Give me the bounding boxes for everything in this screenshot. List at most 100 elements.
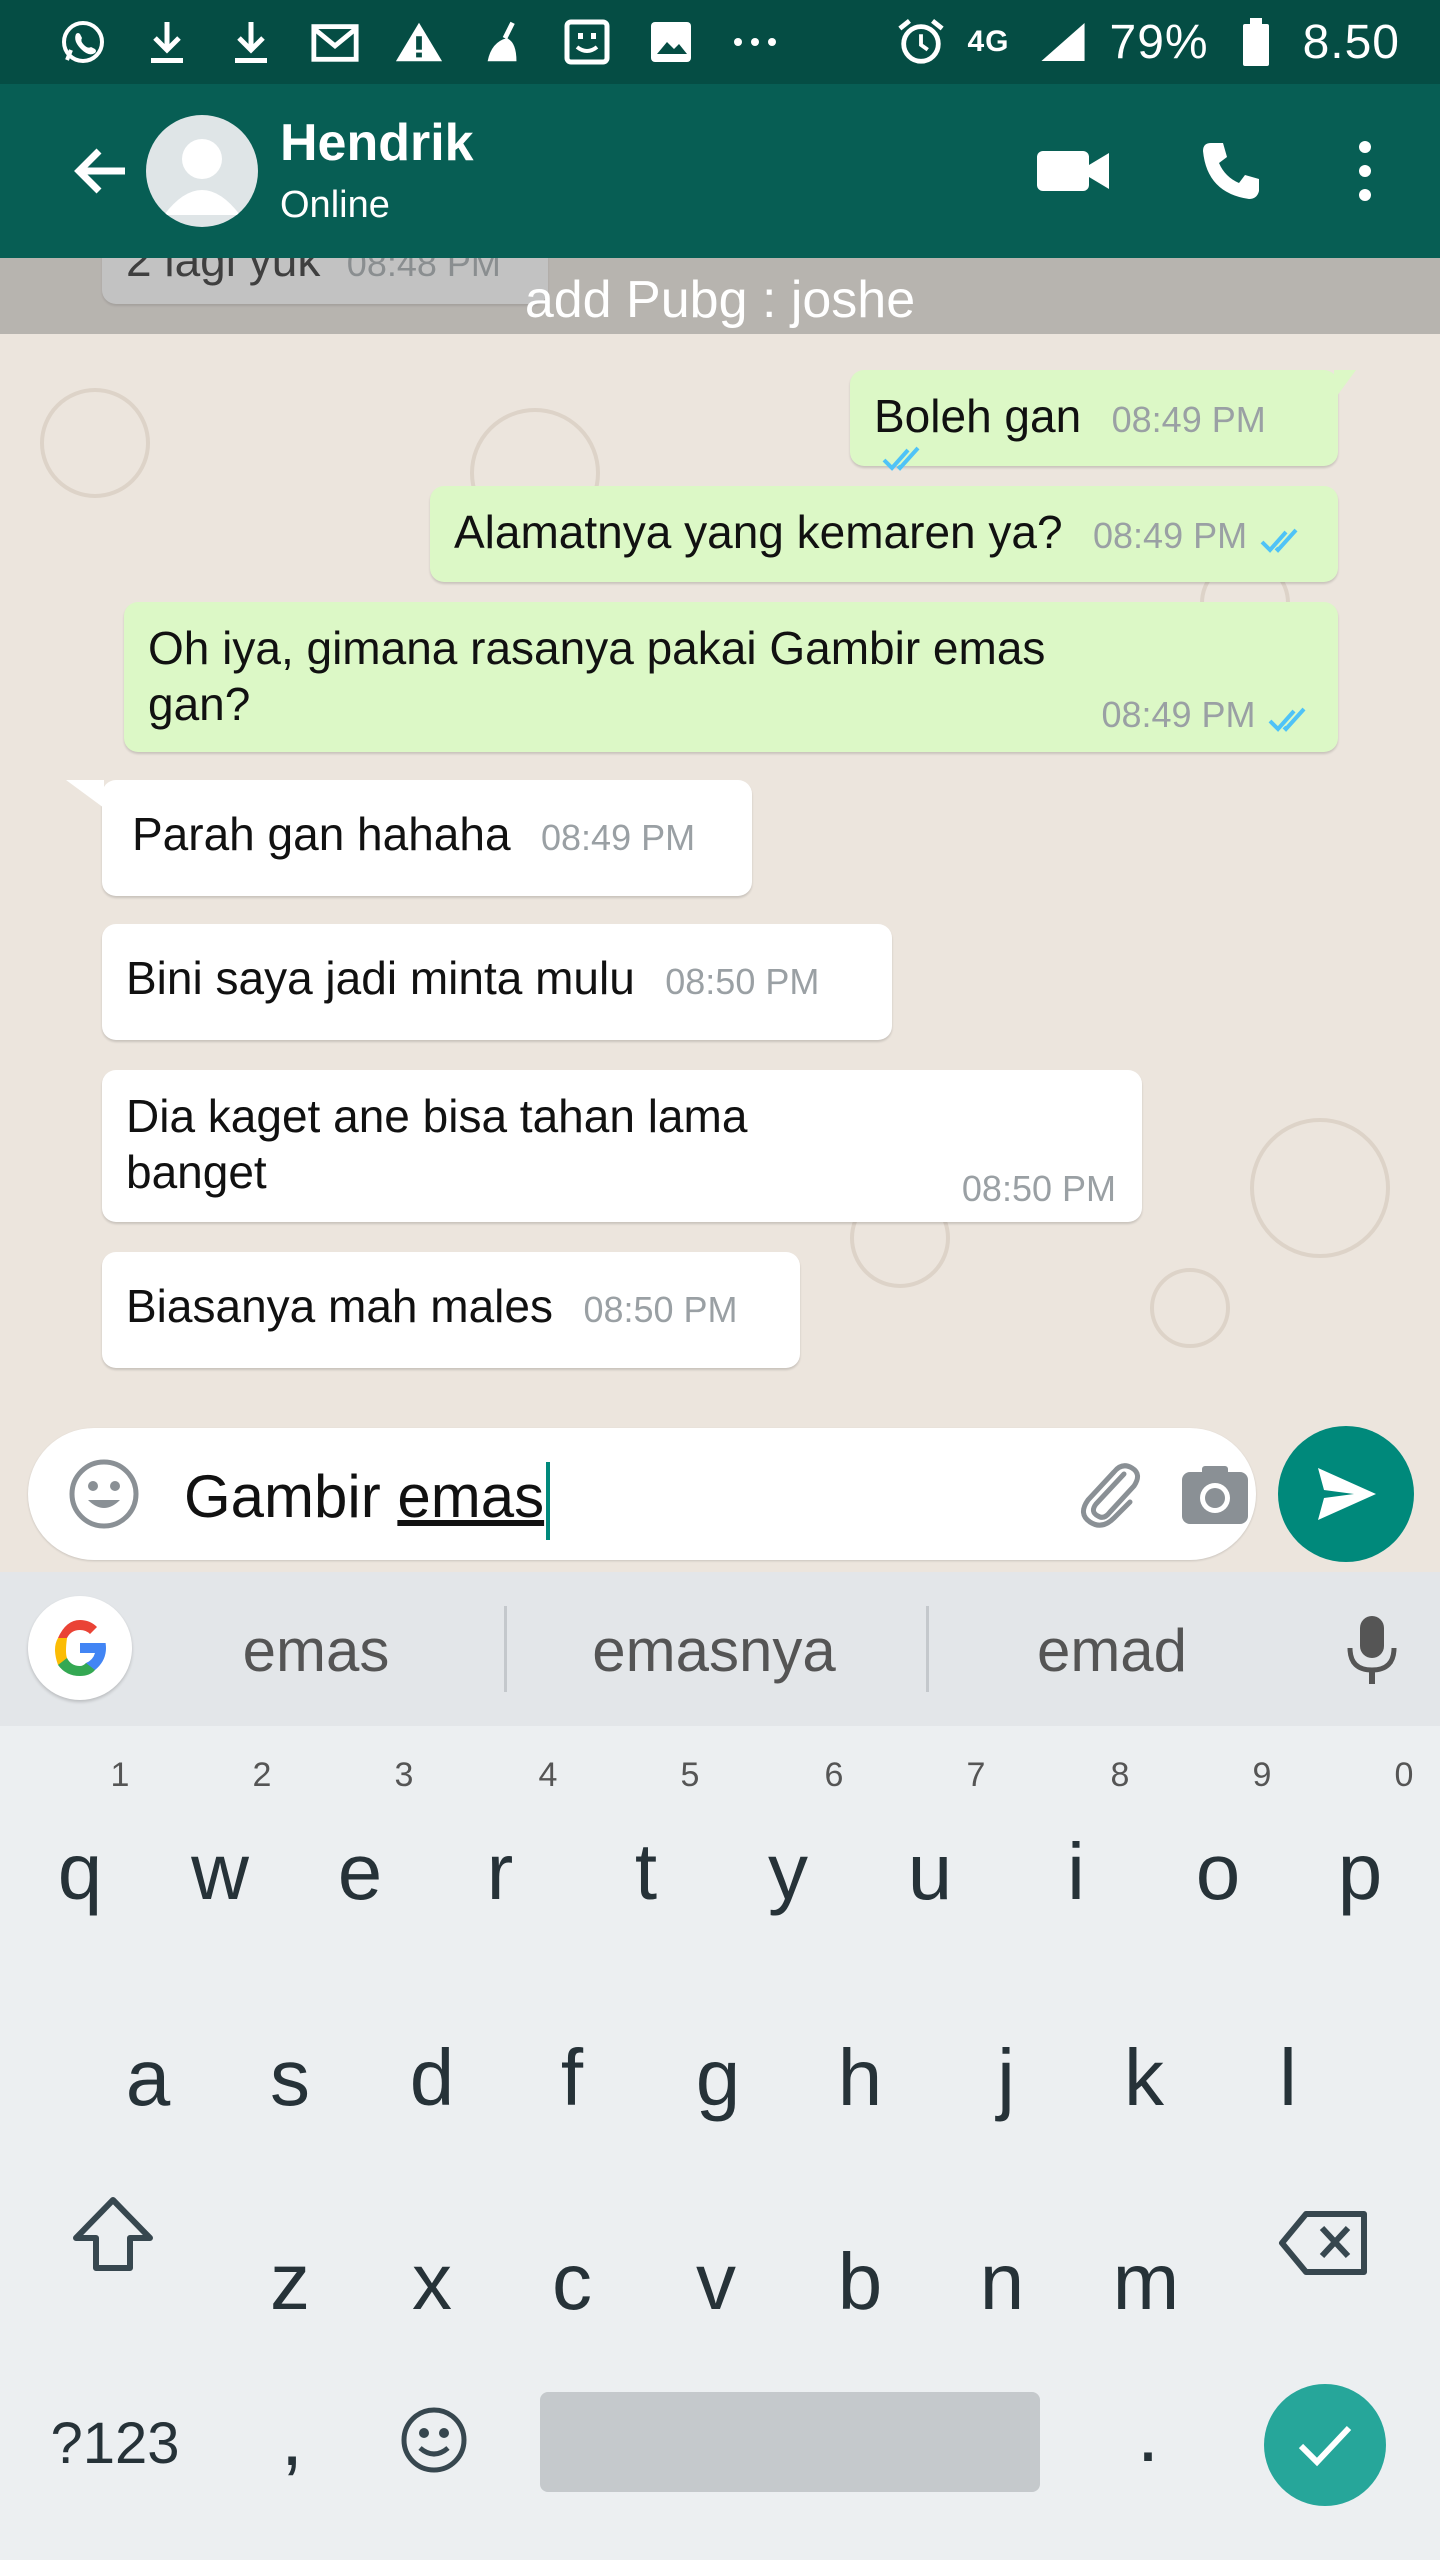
input-text-underlined: emas <box>397 1462 545 1530</box>
key-hint: 3 <box>394 1756 414 1794</box>
battery-icon <box>1231 17 1281 67</box>
key-w[interactable]: w <box>160 1822 280 1922</box>
wallpaper-doodle <box>1150 1268 1230 1348</box>
video-call-icon[interactable] <box>1018 116 1128 226</box>
read-ticks-icon <box>1266 705 1314 740</box>
key-hint: 4 <box>538 1756 558 1794</box>
message-text: Parah gan hahaha <box>132 808 511 860</box>
battery-percent: 79% <box>1109 15 1209 69</box>
attach-icon[interactable] <box>1068 1454 1148 1534</box>
soft-keyboard: emas emasnya emad q w e r t y u i o p 1 … <box>0 1572 1440 2560</box>
message-bubble-outgoing[interactable]: Boleh gan 08:49 PM <box>850 370 1356 471</box>
backspace-icon[interactable] <box>1278 2210 1370 2281</box>
key-period[interactable]: . <box>1088 2384 1208 2484</box>
key-b[interactable]: b <box>800 2232 920 2332</box>
key-u[interactable]: u <box>870 1822 990 1922</box>
enter-key[interactable] <box>1264 2384 1386 2506</box>
message-text: Oh iya, gimana rasanya pakai Gambir emas… <box>148 622 1046 730</box>
emoji-key-icon[interactable] <box>398 2404 470 2481</box>
download-icon <box>142 17 192 67</box>
contact-info[interactable]: Hendrik Online <box>280 113 1018 229</box>
back-arrow-icon[interactable] <box>56 126 146 216</box>
suggestion-3[interactable]: emad <box>962 1616 1262 1685</box>
contact-status: Online <box>280 184 390 226</box>
wallpaper-doodle <box>1250 1118 1390 1258</box>
message-input[interactable]: Gambir emas <box>28 1428 1256 1560</box>
camera-icon[interactable] <box>1178 1458 1252 1532</box>
chat-area[interactable]: 2 lagi yuk 08:48 PM add Pubg : joshe Bol… <box>0 258 1440 1428</box>
signal-icon <box>1038 17 1088 67</box>
message-time: 08:50 PM <box>583 1289 738 1330</box>
key-c[interactable]: c <box>512 2232 632 2332</box>
message-bubble-outgoing[interactable]: Oh iya, gimana rasanya pakai Gambir emas… <box>124 602 1338 752</box>
suggestion-1[interactable]: emas <box>166 1616 466 1685</box>
message-time: 08:49 PM <box>1111 399 1266 440</box>
key-d[interactable]: d <box>372 2028 492 2128</box>
key-l[interactable]: l <box>1228 2028 1348 2128</box>
chat-header: Hendrik Online <box>0 84 1440 258</box>
key-y[interactable]: y <box>728 1822 848 1922</box>
key-q[interactable]: q <box>20 1822 140 1922</box>
message-bubble-incoming[interactable]: Biasanya mah males 08:50 PM <box>102 1252 800 1368</box>
check-icon <box>1298 2425 1352 2467</box>
key-a[interactable]: a <box>88 2028 208 2128</box>
key-z[interactable]: z <box>230 2232 350 2332</box>
key-g[interactable]: g <box>658 2028 778 2128</box>
key-n[interactable]: n <box>942 2232 1062 2332</box>
key-v[interactable]: v <box>656 2232 776 2332</box>
key-r[interactable]: r <box>440 1822 560 1922</box>
message-bubble-incoming[interactable]: Bini saya jadi minta mulu 08:50 PM <box>102 924 892 1040</box>
key-hint: 8 <box>1110 1756 1130 1794</box>
read-ticks-icon <box>1258 526 1306 561</box>
message-bubble-incoming[interactable]: Dia kaget ane bisa tahan lama banget 08:… <box>102 1070 1142 1222</box>
key-k[interactable]: k <box>1084 2028 1204 2128</box>
key-p[interactable]: p <box>1300 1822 1420 1922</box>
key-f[interactable]: f <box>512 2028 632 2128</box>
key-m[interactable]: m <box>1086 2232 1206 2332</box>
google-icon[interactable] <box>28 1596 132 1700</box>
send-button[interactable] <box>1278 1426 1414 1562</box>
message-input-text[interactable]: Gambir emas <box>184 1462 551 1540</box>
emoji-icon[interactable] <box>64 1454 144 1534</box>
message-text: Dia kaget ane bisa tahan lama banget <box>126 1090 748 1198</box>
space-key[interactable] <box>540 2392 1040 2492</box>
read-ticks-icon <box>880 444 928 479</box>
key-hint: 5 <box>680 1756 700 1794</box>
suggestion-strip: emas emasnya emad <box>0 1572 1440 1726</box>
key-o[interactable]: o <box>1158 1822 1278 1922</box>
whatsapp-icon <box>58 17 108 67</box>
key-t[interactable]: t <box>586 1822 706 1922</box>
microphone-icon[interactable] <box>1340 1612 1404 1688</box>
message-composer: Gambir emas <box>0 1426 1440 1572</box>
alarm-icon <box>896 17 946 67</box>
contact-name: Hendrik <box>280 114 474 172</box>
message-bubble-incoming[interactable]: Parah gan hahaha 08:49 PM <box>66 780 752 896</box>
key-comma[interactable]: , <box>232 2388 352 2488</box>
key-x[interactable]: x <box>372 2232 492 2332</box>
warning-icon <box>394 17 444 67</box>
message-text: Alamatnya yang kemaren ya? <box>454 506 1063 558</box>
shift-icon[interactable] <box>70 2194 156 2279</box>
text-caret <box>546 1462 551 1540</box>
key-i[interactable]: i <box>1016 1822 1136 1922</box>
avatar[interactable] <box>146 115 258 227</box>
suggestion-2[interactable]: emasnya <box>564 1616 864 1685</box>
more-vert-icon[interactable] <box>1310 116 1420 226</box>
message-time: 08:49 PM <box>1101 693 1256 735</box>
input-text-plain: Gambir <box>184 1462 398 1530</box>
key-s[interactable]: s <box>230 2028 350 2128</box>
key-j[interactable]: j <box>946 2028 1066 2128</box>
more-dots-icon <box>730 17 780 67</box>
phone-icon[interactable] <box>1176 116 1286 226</box>
clock: 8.50 <box>1302 15 1400 69</box>
key-hint: 6 <box>824 1756 844 1794</box>
symbols-key[interactable]: ?123 <box>40 2394 190 2494</box>
message-time: 08:50 PM <box>961 1168 1116 1209</box>
download-icon <box>226 17 276 67</box>
key-hint: 0 <box>1394 1756 1414 1794</box>
key-hint: 2 <box>252 1756 272 1794</box>
key-e[interactable]: e <box>300 1822 420 1922</box>
key-h[interactable]: h <box>800 2028 920 2128</box>
overlay-banner-text: add Pubg : joshe <box>524 271 916 329</box>
message-bubble-outgoing[interactable]: Alamatnya yang kemaren ya? 08:49 PM <box>430 486 1338 582</box>
